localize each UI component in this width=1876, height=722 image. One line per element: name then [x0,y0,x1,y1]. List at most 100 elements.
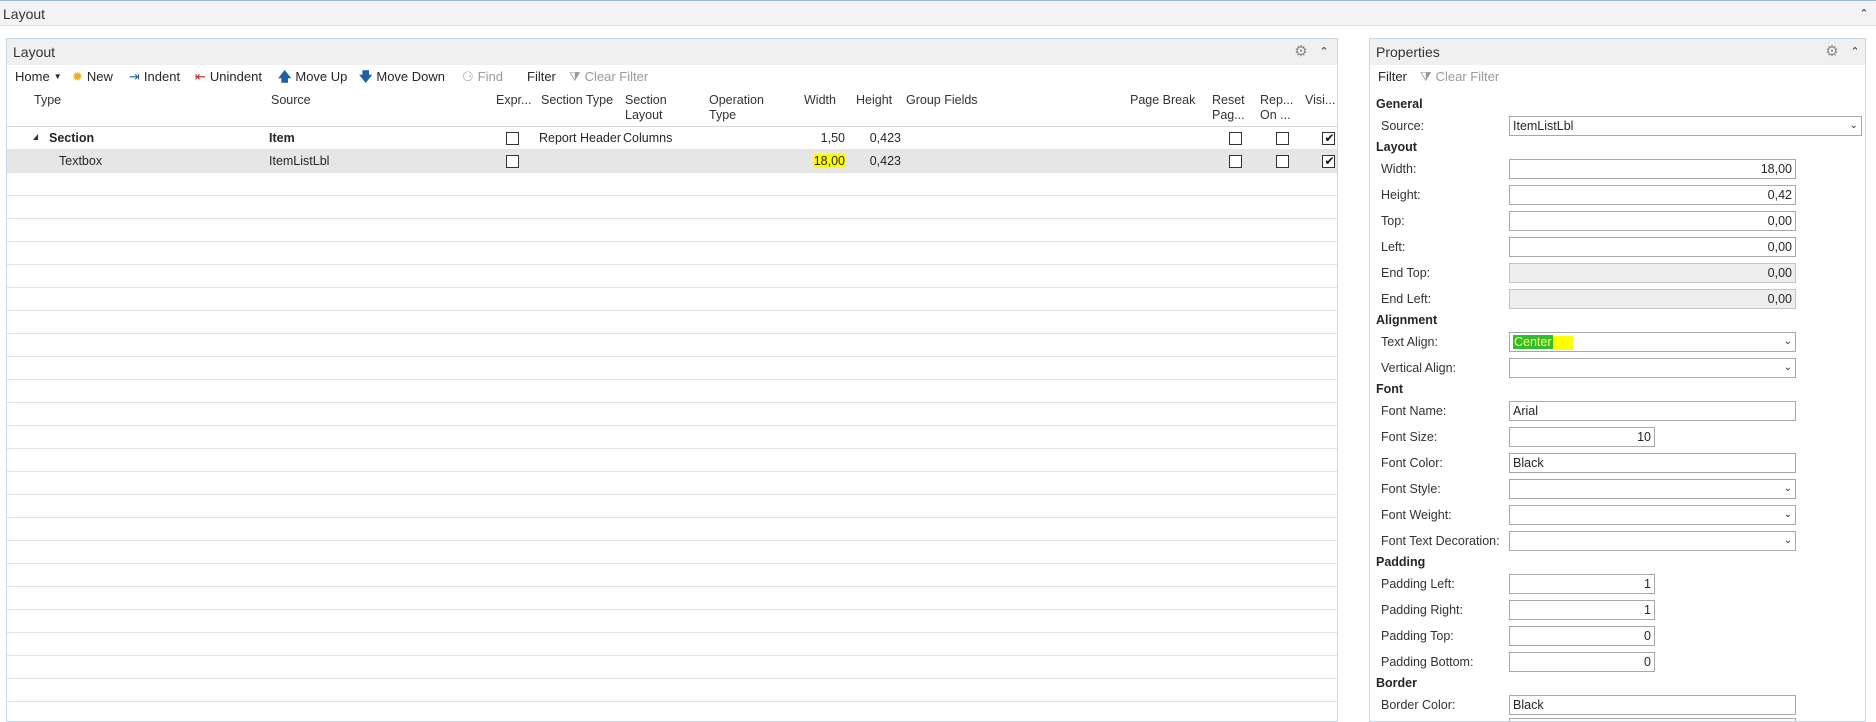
col-section-layout[interactable]: Section Layout [625,93,667,123]
padding-left-field[interactable]: 1 [1509,574,1655,594]
empty-row [7,173,1337,196]
col-expr[interactable]: Expr... [496,93,531,108]
find-button[interactable]: ⚆ Find [462,69,503,84]
col-reset-page-line1: Reset [1212,93,1245,107]
font-decoration-select[interactable]: ⌄ [1509,531,1796,551]
sun-icon: ✹ [72,69,83,84]
collapse-page-icon[interactable]: ⌃ [1857,7,1871,21]
top-field[interactable]: 0,00 [1509,211,1796,231]
next-property-field[interactable] [1509,718,1796,721]
properties-panel-title: Properties [1376,44,1440,60]
padding-top-field[interactable]: 0 [1509,626,1655,646]
layout-toolbar: Home ▼ ✹ New ⇥ Indent ⇤ Unindent 🡅 Move … [7,65,1337,89]
padding-bottom-field[interactable]: 0 [1509,652,1655,672]
reset-page-checkbox[interactable] [1229,132,1242,145]
col-width[interactable]: Width [804,93,836,108]
col-repeat-on-line1: Rep... [1260,93,1294,107]
col-visible[interactable]: Visi... [1305,93,1335,108]
empty-row [7,426,1337,449]
col-source[interactable]: Source [271,93,311,108]
empty-row [7,311,1337,334]
table-row[interactable]: Textbox ItemListLbl 18,00 0,423 [7,150,1337,173]
col-repeat-on[interactable]: Rep... On ... [1260,93,1293,123]
font-name-field[interactable]: Arial [1509,401,1796,421]
col-height[interactable]: Height [856,93,892,108]
visible-checkbox[interactable] [1322,131,1336,145]
col-page-break[interactable]: Page Break [1130,93,1195,108]
end-left-field: 0,00 [1509,289,1796,309]
gear-icon[interactable]: ⚙ [1293,44,1309,60]
home-menu-button[interactable]: Home ▼ [15,69,62,84]
move-up-button[interactable]: 🡅 Move Up [278,69,347,84]
collapse-properties-icon[interactable]: ⌃ [1848,45,1862,59]
height-field[interactable]: 0,42 [1509,185,1796,205]
properties-clear-filter-label: Clear Filter [1435,69,1500,84]
reset-page-checkbox[interactable] [1229,155,1242,168]
width-field[interactable]: 18,00 [1509,159,1796,179]
collapse-triangle-icon[interactable] [33,134,38,140]
source-select[interactable]: ItemListLbl ⌄ [1509,116,1862,136]
filter-button[interactable]: Filter [527,69,556,84]
chevron-down-icon: ⌄ [1783,362,1792,373]
col-reset-page[interactable]: Reset Pag... [1212,93,1245,123]
collapse-layout-icon[interactable]: ⌃ [1317,45,1331,59]
col-type[interactable]: Type [34,93,61,108]
col-group-fields[interactable]: Group Fields [906,93,978,108]
clear-filter-icon: ⧩ [1420,69,1432,84]
new-label: New [86,69,113,84]
expr-checkbox[interactable] [506,132,519,145]
padding-heading: Padding [1376,555,1426,569]
repeat-on-checkbox[interactable] [1276,132,1289,145]
vertical-align-select[interactable]: ⌄ [1509,358,1796,378]
font-size-field[interactable]: 10 [1509,427,1655,447]
highlight-mark [1552,335,1573,350]
home-label: Home [15,69,50,84]
end-top-field: 0,00 [1509,263,1796,283]
table-row[interactable]: Section Item Report Header Columns 1,50 … [7,127,1337,150]
find-label: Find [477,69,503,84]
page-title: Layout [3,6,46,22]
properties-clear-filter-button[interactable]: ⧩ Clear Filter [1420,69,1499,84]
col-operation-type[interactable]: Operation Type [709,93,764,123]
layout-panel-header: Layout ⚙ ⌃ [7,39,1337,65]
border-color-field[interactable]: Black [1509,695,1796,715]
layout-panel: Layout ⚙ ⌃ Home ▼ ✹ New ⇥ Indent ⇤ Unind… [6,38,1338,722]
col-section-type[interactable]: Section Type [541,93,613,108]
empty-row [7,679,1337,702]
text-align-select[interactable]: Center ⌄ [1509,332,1796,352]
arrow-up-icon: 🡅 [278,69,292,84]
new-button[interactable]: ✹ New [72,69,113,84]
unindent-label: Unindent [209,69,262,84]
unindent-button[interactable]: ⇤ Unindent [195,69,262,84]
font-color-field[interactable]: Black [1509,453,1796,473]
properties-filter-button[interactable]: Filter [1378,69,1407,84]
empty-row [7,265,1337,288]
empty-row [7,633,1337,656]
expr-checkbox[interactable] [506,155,519,168]
indent-button[interactable]: ⇥ Indent [129,69,180,84]
empty-row [7,587,1337,610]
empty-row [7,541,1337,564]
move-down-button[interactable]: 🡇 Move Down [359,69,445,84]
repeat-on-checkbox[interactable] [1276,155,1289,168]
padding-right-field[interactable]: 1 [1509,600,1655,620]
gear-icon[interactable]: ⚙ [1824,44,1840,60]
left-field[interactable]: 0,00 [1509,237,1796,257]
alignment-heading: Alignment [1376,313,1438,327]
font-color-label: Font Color: [1381,456,1443,470]
visible-checkbox[interactable] [1322,154,1336,168]
font-weight-label: Font Weight: [1381,508,1452,522]
clear-filter-button[interactable]: ⧩ Clear Filter [569,69,648,84]
font-weight-select[interactable]: ⌄ [1509,505,1796,525]
chevron-down-icon: ⌄ [1783,336,1792,347]
top-label: Top: [1381,214,1405,228]
row-type: Section [49,131,95,145]
layout-panel-title: Layout [13,44,56,60]
empty-row [7,242,1337,265]
font-style-select[interactable]: ⌄ [1509,479,1796,499]
text-align-value: Center [1513,335,1553,349]
font-name-label: Font Name: [1381,404,1447,418]
border-heading: Border [1376,676,1417,690]
row-section-layout: Columns [623,131,673,145]
source-value: ItemListLbl [1513,119,1574,133]
